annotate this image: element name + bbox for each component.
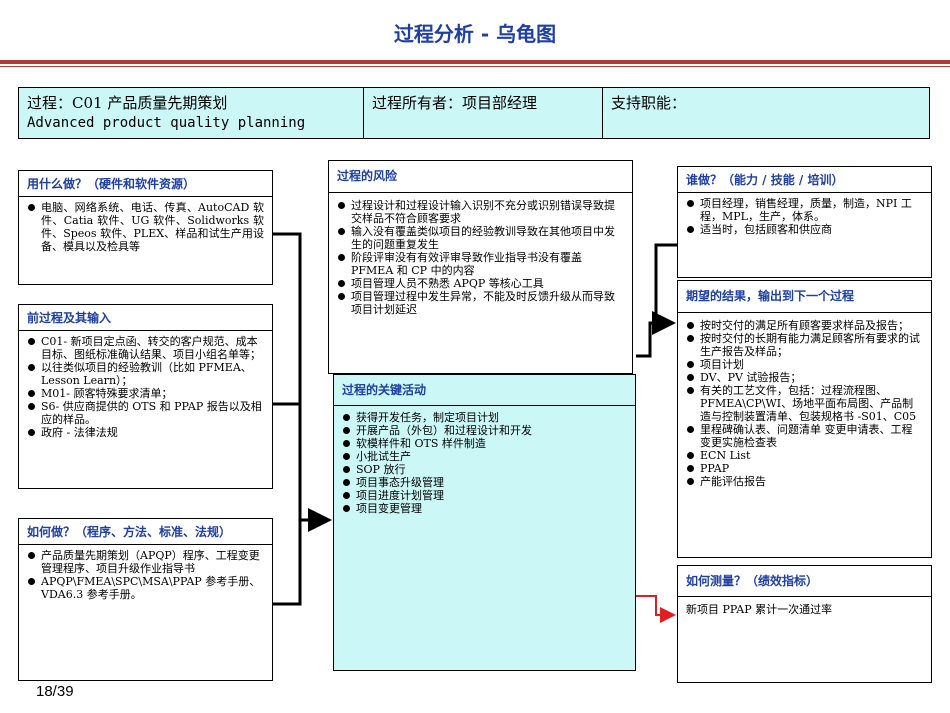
- connector-arrows: [273, 232, 677, 623]
- resources-arrow: [273, 232, 332, 532]
- who-connector: [654, 243, 677, 323]
- outputs-arrow: [636, 311, 676, 358]
- measure-arrow: [636, 595, 676, 623]
- methods-connector: [273, 520, 302, 606]
- page-number: 18/39: [36, 683, 74, 700]
